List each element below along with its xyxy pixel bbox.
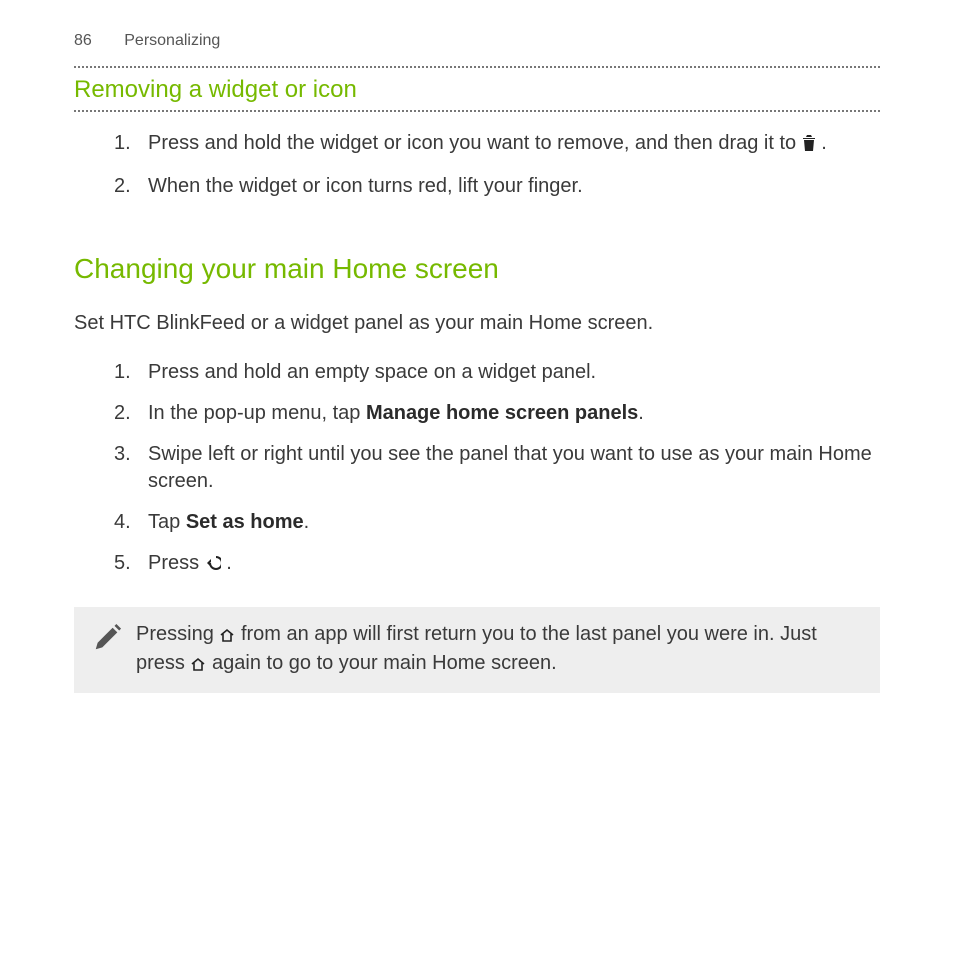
note-text: Pressing from an app will first return y…	[136, 621, 862, 679]
text: again to go to your main Home screen.	[212, 652, 557, 674]
heading-removing: Removing a widget or icon	[74, 74, 880, 106]
divider	[74, 66, 880, 68]
step-number: 2.	[114, 400, 148, 427]
list-item: 4. Tap Set as home.	[114, 509, 880, 536]
list-item: 3. Swipe left or right until you see the…	[114, 441, 880, 495]
back-icon	[205, 552, 221, 579]
step-number: 2.	[114, 173, 148, 200]
step-number: 5.	[114, 550, 148, 577]
bold-text: Set as home	[186, 511, 304, 533]
text: .	[638, 402, 644, 424]
list-item: 1. Press and hold an empty space on a wi…	[114, 359, 880, 386]
list-item: 2. When the widget or icon turns red, li…	[114, 173, 880, 200]
step-text: In the pop-up menu, tap Manage home scre…	[148, 400, 880, 427]
text: .	[821, 132, 827, 154]
pencil-icon	[92, 621, 136, 679]
page: 86 Personalizing Removing a widget or ic…	[0, 0, 954, 693]
text: In the pop-up menu, tap	[148, 402, 366, 424]
step-text: When the widget or icon turns red, lift …	[148, 173, 880, 200]
steps-removing: 1. Press and hold the widget or icon you…	[114, 130, 880, 200]
step-text: Swipe left or right until you see the pa…	[148, 441, 880, 495]
bold-text: Manage home screen panels	[366, 402, 638, 424]
step-number: 4.	[114, 509, 148, 536]
running-header: 86 Personalizing	[74, 30, 880, 52]
text: Tap	[148, 511, 186, 533]
list-item: 5. Press .	[114, 550, 880, 579]
step-number: 3.	[114, 441, 148, 468]
text: .	[226, 552, 232, 574]
step-text: Press and hold the widget or icon you wa…	[148, 130, 880, 159]
step-number: 1.	[114, 359, 148, 386]
list-item: 1. Press and hold the widget or icon you…	[114, 130, 880, 159]
list-item: 2. In the pop-up menu, tap Manage home s…	[114, 400, 880, 427]
steps-changing: 1. Press and hold an empty space on a wi…	[114, 359, 880, 579]
step-number: 1.	[114, 130, 148, 157]
heading-changing: Changing your main Home screen	[74, 250, 880, 288]
section-name: Personalizing	[124, 32, 220, 49]
text: Press	[148, 552, 205, 574]
trash-icon	[802, 132, 816, 159]
text: Pressing	[136, 623, 219, 645]
page-number: 86	[74, 30, 92, 52]
step-text: Press .	[148, 550, 880, 579]
home-icon	[190, 652, 206, 679]
step-text: Tap Set as home.	[148, 509, 880, 536]
text: .	[304, 511, 310, 533]
step-text: Press and hold an empty space on a widge…	[148, 359, 880, 386]
intro-text: Set HTC BlinkFeed or a widget panel as y…	[74, 310, 880, 337]
home-icon	[219, 623, 235, 650]
text: Press and hold the widget or icon you wa…	[148, 132, 802, 154]
divider	[74, 110, 880, 112]
note-box: Pressing from an app will first return y…	[74, 607, 880, 693]
